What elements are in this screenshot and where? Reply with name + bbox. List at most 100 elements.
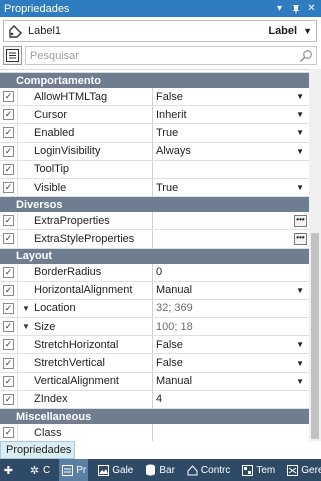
close-icon[interactable]: ✕ [305,2,318,15]
check-icon[interactable]: ✓ [3,266,14,278]
property-value[interactable]: Inherit [156,109,296,121]
check-icon[interactable]: ✓ [3,357,14,369]
row-checkbox[interactable]: ✓ [0,281,18,299]
property-row-visible[interactable]: ✓ Visible True ▼ [0,178,309,198]
row-checkbox[interactable]: ✓ [0,424,18,441]
check-icon[interactable]: ✓ [3,182,14,194]
dropdown-arrow-icon[interactable]: ▼ [296,147,304,156]
dropdown-arrow-icon[interactable]: ▼ [296,359,304,368]
property-value-cell[interactable]: True ▼ [153,124,309,141]
property-value[interactable]: 0 [156,266,309,278]
check-icon[interactable]: ✓ [3,427,14,439]
check-icon[interactable]: ✓ [3,215,14,227]
row-checkbox[interactable]: ✓ [0,336,18,354]
chevron-down-icon[interactable]: ▼ [303,26,312,36]
property-row-class[interactable]: ✓ Class [0,424,309,441]
dropdown-arrow-icon[interactable]: ▼ [296,128,304,137]
property-value-cell[interactable]: Always ▼ [153,143,309,160]
ellipsis-button[interactable]: ••• [294,232,307,245]
row-checkbox[interactable]: ✓ [0,160,18,178]
taskbar-item-c[interactable]: ✲ C [26,459,52,481]
check-icon[interactable]: ✓ [3,91,14,103]
property-row-size[interactable]: ✓ ▼ Size 100; 18 [0,318,309,337]
property-value-cell[interactable]: ••• [153,230,309,247]
dropdown-arrow-icon[interactable]: ▼ [296,377,304,386]
check-icon[interactable]: ✓ [3,339,14,351]
property-value[interactable]: Manual [156,284,296,296]
row-checkbox[interactable]: ✓ [0,372,18,390]
property-row-verticalalignment[interactable]: ✓ VerticalAlignment Manual ▼ [0,372,309,391]
property-row-stretchhorizontal[interactable]: ✓ StretchHorizontal False ▼ [0,336,309,355]
expand-arrow-icon[interactable]: ▼ [22,322,30,331]
taskbar-item-database[interactable]: Bar [142,459,177,481]
property-value-cell[interactable]: 4 [153,391,309,408]
check-icon[interactable]: ✓ [3,233,14,245]
property-value[interactable]: False [156,91,296,103]
dropdown-arrow-icon[interactable]: ▼ [296,183,304,192]
category-comportamento[interactable]: Comportamento [0,73,309,88]
ellipsis-button[interactable]: ••• [294,214,307,227]
check-icon[interactable]: ✓ [3,302,14,314]
taskbar-item-template[interactable]: Tem [239,459,277,481]
property-row-location[interactable]: ✓ ▼ Location 32; 369 [0,299,309,319]
property-value-cell[interactable]: False ▼ [153,336,309,353]
taskbar-item-manager[interactable]: Geren [284,459,321,481]
row-checkbox[interactable]: ✓ [0,263,18,281]
row-checkbox[interactable]: ✓ [0,124,18,142]
property-value[interactable]: True [156,182,296,194]
check-icon[interactable]: ✓ [3,284,14,296]
check-icon[interactable]: ✓ [3,127,14,139]
property-value[interactable]: True [156,127,296,139]
dropdown-arrow-icon[interactable]: ▼ [296,92,304,101]
row-checkbox[interactable]: ✓ [0,230,18,248]
row-checkbox[interactable]: ✓ [0,106,18,124]
property-value-cell[interactable]: False ▼ [153,354,309,371]
property-row-enabled[interactable]: ✓ Enabled True ▼ [0,124,309,143]
taskbar-item-properties[interactable]: Pr [59,459,89,481]
property-value-cell[interactable] [153,424,309,441]
row-checkbox[interactable]: ✓ [0,142,18,160]
taskbar-item-controls[interactable]: Contrc [184,459,232,481]
property-value-cell[interactable]: True ▼ [153,179,309,196]
dropdown-arrow-icon[interactable]: ▼ [296,110,304,119]
category-miscellaneous[interactable]: Miscellaneous [0,409,309,424]
property-value[interactable]: 32; 369 [156,302,309,314]
property-value-cell[interactable] [153,161,309,178]
property-value-cell[interactable]: 100; 18 [153,318,309,335]
property-row-extraproperties[interactable]: ✓ ExtraProperties ••• [0,212,309,231]
row-checkbox[interactable]: ✓ [0,318,18,336]
object-selector[interactable]: Label1 Label ▼ [3,20,317,42]
check-icon[interactable]: ✓ [3,109,14,121]
property-value[interactable]: Always [156,145,296,157]
dropdown-menu-icon[interactable]: ▾ [273,2,286,15]
property-value[interactable]: 4 [156,393,309,405]
property-value-cell[interactable]: Manual ▼ [153,373,309,390]
property-value[interactable]: False [156,357,296,369]
pin-icon[interactable] [289,2,302,15]
property-value-cell[interactable]: 32; 369 [153,300,309,317]
row-checkbox[interactable]: ✓ [0,354,18,372]
property-row-extrastyleproperties[interactable]: ✓ ExtraStyleProperties ••• [0,230,309,249]
property-value[interactable]: 100; 18 [156,321,309,333]
property-row-zindex[interactable]: ✓ ZIndex 4 [0,390,309,409]
property-value[interactable]: False [156,339,296,351]
dropdown-arrow-icon[interactable]: ▼ [296,340,304,349]
row-checkbox[interactable]: ✓ [0,88,18,106]
row-checkbox[interactable]: ✓ [0,212,18,230]
property-value-cell[interactable]: Inherit ▼ [153,106,309,123]
property-value-cell[interactable]: Manual ▼ [153,282,309,299]
property-row-tooltip[interactable]: ✓ ToolTip [0,160,309,179]
property-value-cell[interactable]: ••• [153,212,309,229]
category-diversos[interactable]: Diversos [0,197,309,213]
vertical-scrollbar[interactable] [309,69,321,441]
search-box[interactable] [25,46,317,65]
category-layout[interactable]: Layout [0,248,309,264]
check-icon[interactable]: ✓ [3,393,14,405]
property-row-borderradius[interactable]: ✓ BorderRadius 0 [0,263,309,282]
categorized-sort-button[interactable] [3,46,22,65]
property-value-cell[interactable]: False ▼ [153,88,309,105]
expand-arrow-icon[interactable]: ▼ [22,304,30,313]
row-checkbox[interactable]: ✓ [0,390,18,408]
search-input[interactable] [30,49,299,62]
row-checkbox[interactable]: ✓ [0,178,18,197]
